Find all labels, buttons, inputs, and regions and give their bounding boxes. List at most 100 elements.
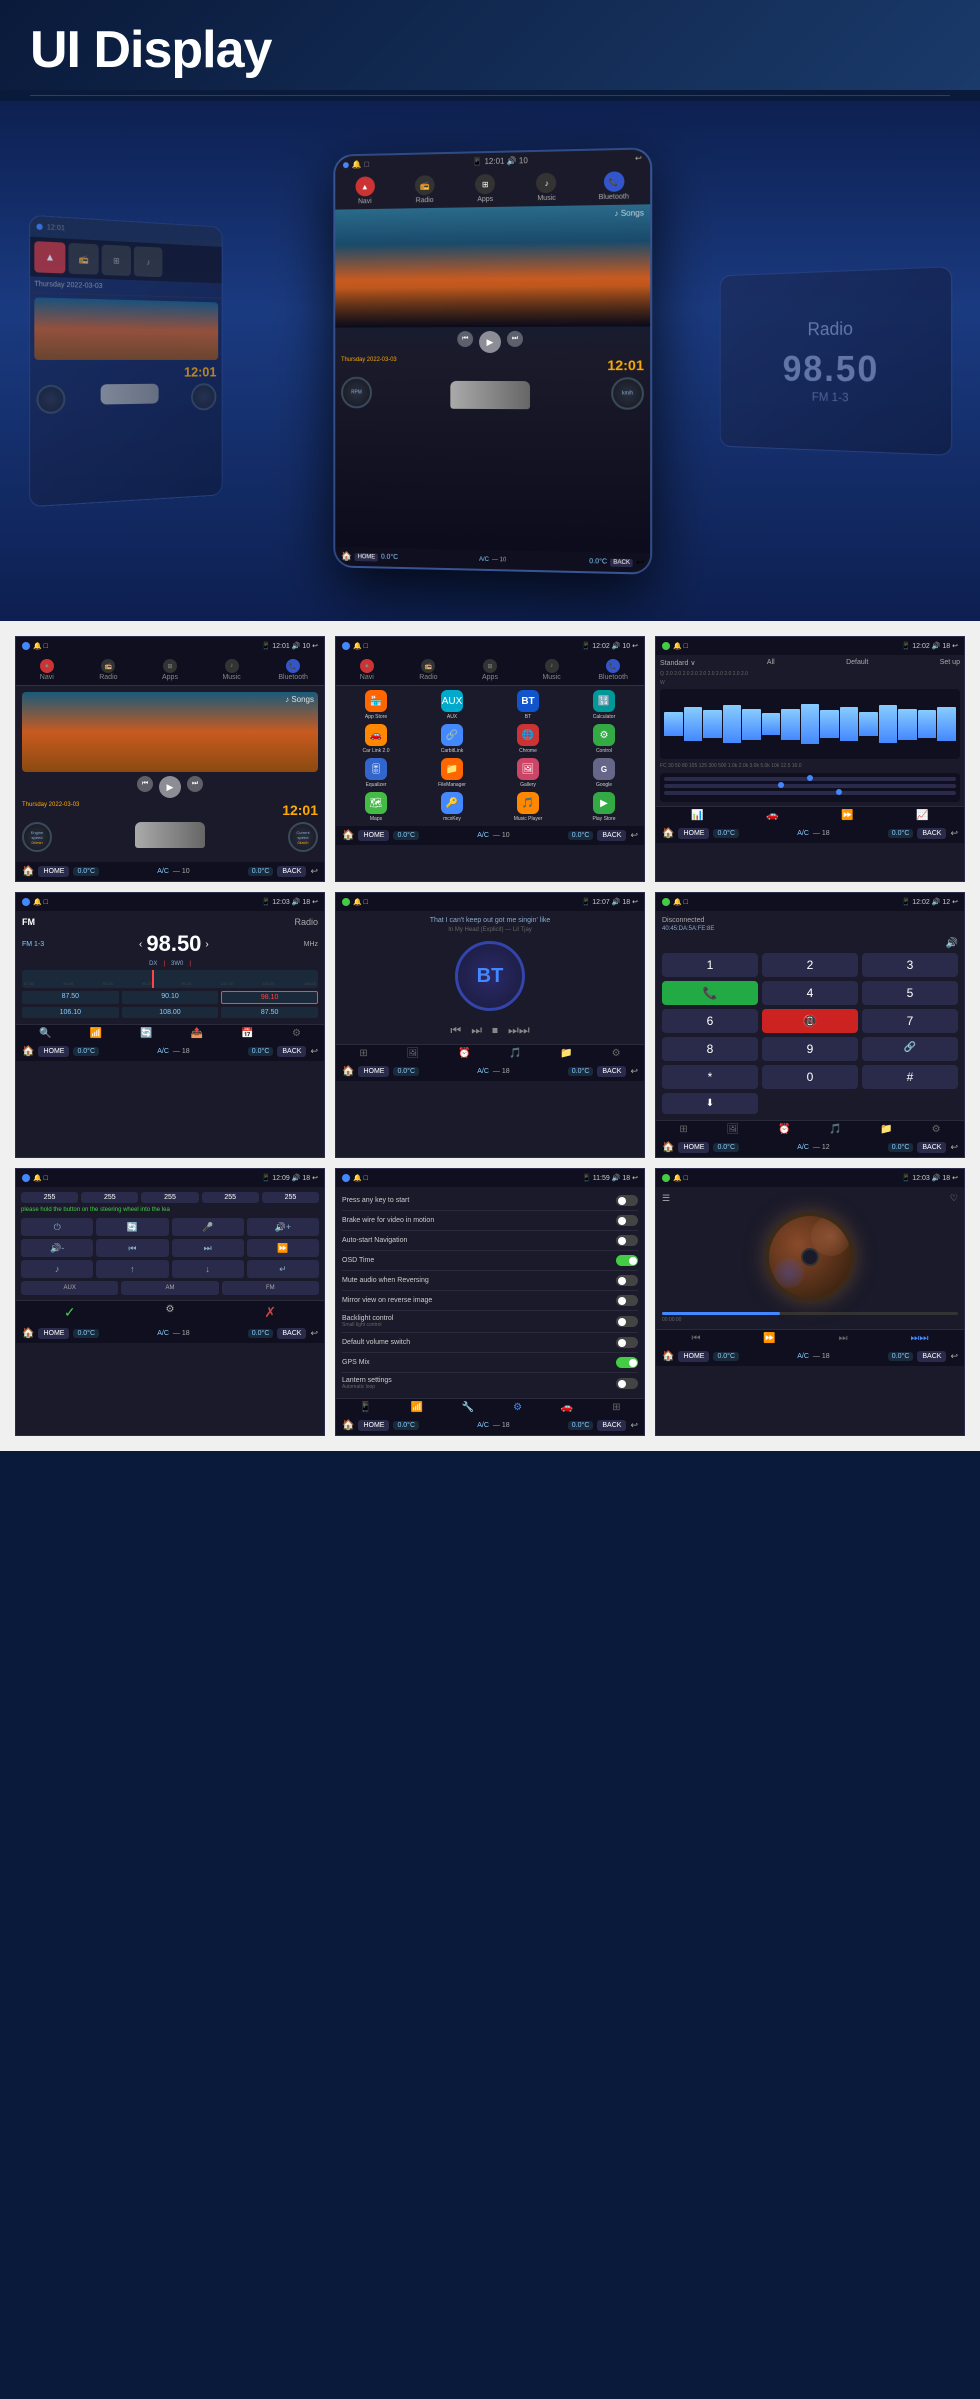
play-btn[interactable]: ▶ — [159, 776, 181, 798]
toggle-default-vol[interactable] — [616, 1337, 638, 1348]
preset-1[interactable]: 87.50 — [22, 991, 119, 1004]
preset-6[interactable]: 87.50 — [221, 1007, 318, 1018]
eq-home-btn[interactable]: HOME — [678, 828, 709, 839]
key-4[interactable]: 4 — [762, 981, 858, 1005]
app-carbitlink[interactable]: 🔗CarbitLink — [416, 724, 488, 754]
sw-confirm-btn[interactable]: ✓ — [64, 1304, 76, 1321]
toggle-osd-time[interactable] — [616, 1255, 638, 1266]
settings-icon-phone[interactable]: 📱 — [359, 1402, 371, 1413]
mp-back-btn[interactable]: BACK — [917, 1351, 946, 1362]
sw-cancel-btn[interactable]: ✗ — [264, 1304, 276, 1321]
app-eq[interactable]: 🎚Equalizer — [340, 758, 412, 788]
sw-btn-mode[interactable]: ♪ — [21, 1260, 93, 1278]
eq-icon-car[interactable]: 🚗 — [766, 810, 778, 821]
sw-btn-power[interactable]: ⏻ — [21, 1218, 93, 1236]
key-1[interactable]: 1 — [662, 953, 758, 977]
radio-icon-calendar[interactable]: 📅 — [241, 1028, 253, 1039]
back-btn[interactable]: BACK — [277, 866, 306, 877]
eq-standard[interactable]: Standard ∨ — [660, 659, 695, 667]
app-files[interactable]: 📁FileManager — [416, 758, 488, 788]
bt-icon-clock[interactable]: ⏰ — [458, 1048, 470, 1059]
key-0[interactable]: 0 — [762, 1065, 858, 1089]
apps-navi[interactable]: ▲Navi — [336, 655, 398, 685]
apps-radio[interactable]: 📻Radio — [398, 655, 460, 685]
key-star[interactable]: * — [662, 1065, 758, 1089]
eq-icon-ff[interactable]: ⏩ — [841, 810, 853, 821]
bt-icon-image[interactable]: 🖼 — [407, 1048, 420, 1059]
settings-icon-gear[interactable]: ⚙ — [513, 1402, 522, 1413]
key-7[interactable]: 7 — [862, 1009, 958, 1033]
settings-back-btn[interactable]: BACK — [597, 1420, 626, 1431]
key-down[interactable]: ⬇ — [662, 1093, 758, 1114]
radio-icon-wave[interactable]: 📶 — [90, 1028, 102, 1039]
nav-tab-music[interactable]: ♪Music — [201, 655, 263, 685]
toggle-lantern[interactable] — [616, 1378, 638, 1389]
sw-btn-down[interactable]: ↓ — [172, 1260, 244, 1278]
settings-icon-extra[interactable]: ⊞ — [612, 1402, 620, 1413]
preset-2[interactable]: 90.10 — [122, 991, 219, 1004]
app-carlink[interactable]: 🚗Car Link 2.0 — [340, 724, 412, 754]
next-btn[interactable]: ⏭ — [187, 776, 203, 792]
radio-home-btn[interactable]: HOME — [38, 1046, 69, 1057]
sw-btn-am[interactable]: AM — [121, 1281, 218, 1295]
mp-menu-icon[interactable]: ☰ — [662, 1193, 670, 1204]
nav-tab-bt[interactable]: 📞Bluetooth — [262, 655, 324, 685]
sw-back-btn[interactable]: BACK — [277, 1328, 306, 1339]
bt-icon-music[interactable]: 🎵 — [509, 1048, 521, 1059]
radio-next-btn[interactable]: › — [205, 939, 208, 950]
phone-icon-settings[interactable]: ⚙ — [932, 1124, 941, 1135]
nav-tab-navi[interactable]: ▲Navi — [16, 655, 78, 685]
prev-btn[interactable]: ⏮ — [137, 776, 153, 792]
key-5[interactable]: 5 — [862, 981, 958, 1005]
mp-icon-play[interactable]: ⏭ — [839, 1333, 848, 1344]
sw-btn-fm[interactable]: FM — [222, 1281, 319, 1295]
app-gallery[interactable]: 🖼Gallery — [492, 758, 564, 788]
app-appstore[interactable]: 🏪App Store — [340, 690, 412, 720]
app-bt[interactable]: BTBT — [492, 690, 564, 720]
apps-home-btn[interactable]: HOME — [358, 830, 389, 841]
sw-home-btn[interactable]: HOME — [38, 1328, 69, 1339]
sw-btn-extra[interactable]: ↵ — [247, 1260, 319, 1278]
bt-icon-settings[interactable]: ⚙ — [612, 1048, 621, 1059]
sw-btn-next[interactable]: ⏭ — [172, 1239, 244, 1257]
key-2[interactable]: 2 — [762, 953, 858, 977]
app-maps[interactable]: 🗺Maps — [340, 792, 412, 822]
settings-icon-wifi[interactable]: 📶 — [411, 1402, 423, 1413]
radio-icon-loop[interactable]: 🔄 — [140, 1028, 152, 1039]
preset-5[interactable]: 108.00 — [122, 1007, 219, 1018]
radio-icon-settings[interactable]: ⚙ — [292, 1028, 301, 1039]
apps-music[interactable]: ♪Music — [521, 655, 583, 685]
sw-btn-refresh[interactable]: 🔄 — [96, 1218, 168, 1236]
toggle-gps-mix[interactable] — [616, 1357, 638, 1368]
app-aux[interactable]: AUXAUX — [416, 690, 488, 720]
apps-back-btn[interactable]: BACK — [597, 830, 626, 841]
phone-icon-clock[interactable]: ⏰ — [778, 1124, 790, 1135]
phone-icon-image[interactable]: 🖼 — [727, 1124, 740, 1135]
key-6[interactable]: 6 — [662, 1009, 758, 1033]
eq-icon-bars[interactable]: 📊 — [691, 810, 703, 821]
phone-icon-file[interactable]: 📁 — [880, 1124, 892, 1135]
toggle-brake-wire[interactable] — [616, 1215, 638, 1226]
app-musicplayer[interactable]: 🎵Music Player — [492, 792, 564, 822]
key-call[interactable]: 📞 — [662, 981, 758, 1005]
radio-icon-export[interactable]: 📤 — [191, 1028, 203, 1039]
bt-fast-forward[interactable]: ⏭ — [471, 1023, 482, 1038]
settings-icon-tool[interactable]: 🔧 — [462, 1402, 474, 1413]
mp-heart-icon[interactable]: ♡ — [950, 1193, 958, 1204]
bt-stop[interactable]: ⏹ — [492, 1023, 498, 1038]
toggle-mute-reverse[interactable] — [616, 1275, 638, 1286]
sw-btn-voldown[interactable]: 🔊- — [21, 1239, 93, 1257]
key-9[interactable]: 9 — [762, 1037, 858, 1061]
radio-prev-btn[interactable]: ‹ — [139, 939, 142, 950]
key-hash[interactable]: # — [862, 1065, 958, 1089]
app-playstore[interactable]: ▶Play Store — [568, 792, 640, 822]
eq-icon-chart[interactable]: 📈 — [916, 810, 928, 821]
sw-btn-seek[interactable]: ⏩ — [247, 1239, 319, 1257]
key-8[interactable]: 8 — [662, 1037, 758, 1061]
app-control[interactable]: ⚙Control — [568, 724, 640, 754]
sw-btn-up[interactable]: ↑ — [96, 1260, 168, 1278]
preset-4[interactable]: 106.10 — [22, 1007, 119, 1018]
eq-back-btn[interactable]: BACK — [917, 828, 946, 839]
mp-icon-ff[interactable]: ⏩ — [763, 1333, 775, 1344]
bt-next[interactable]: ⏭⏭ — [508, 1023, 530, 1038]
